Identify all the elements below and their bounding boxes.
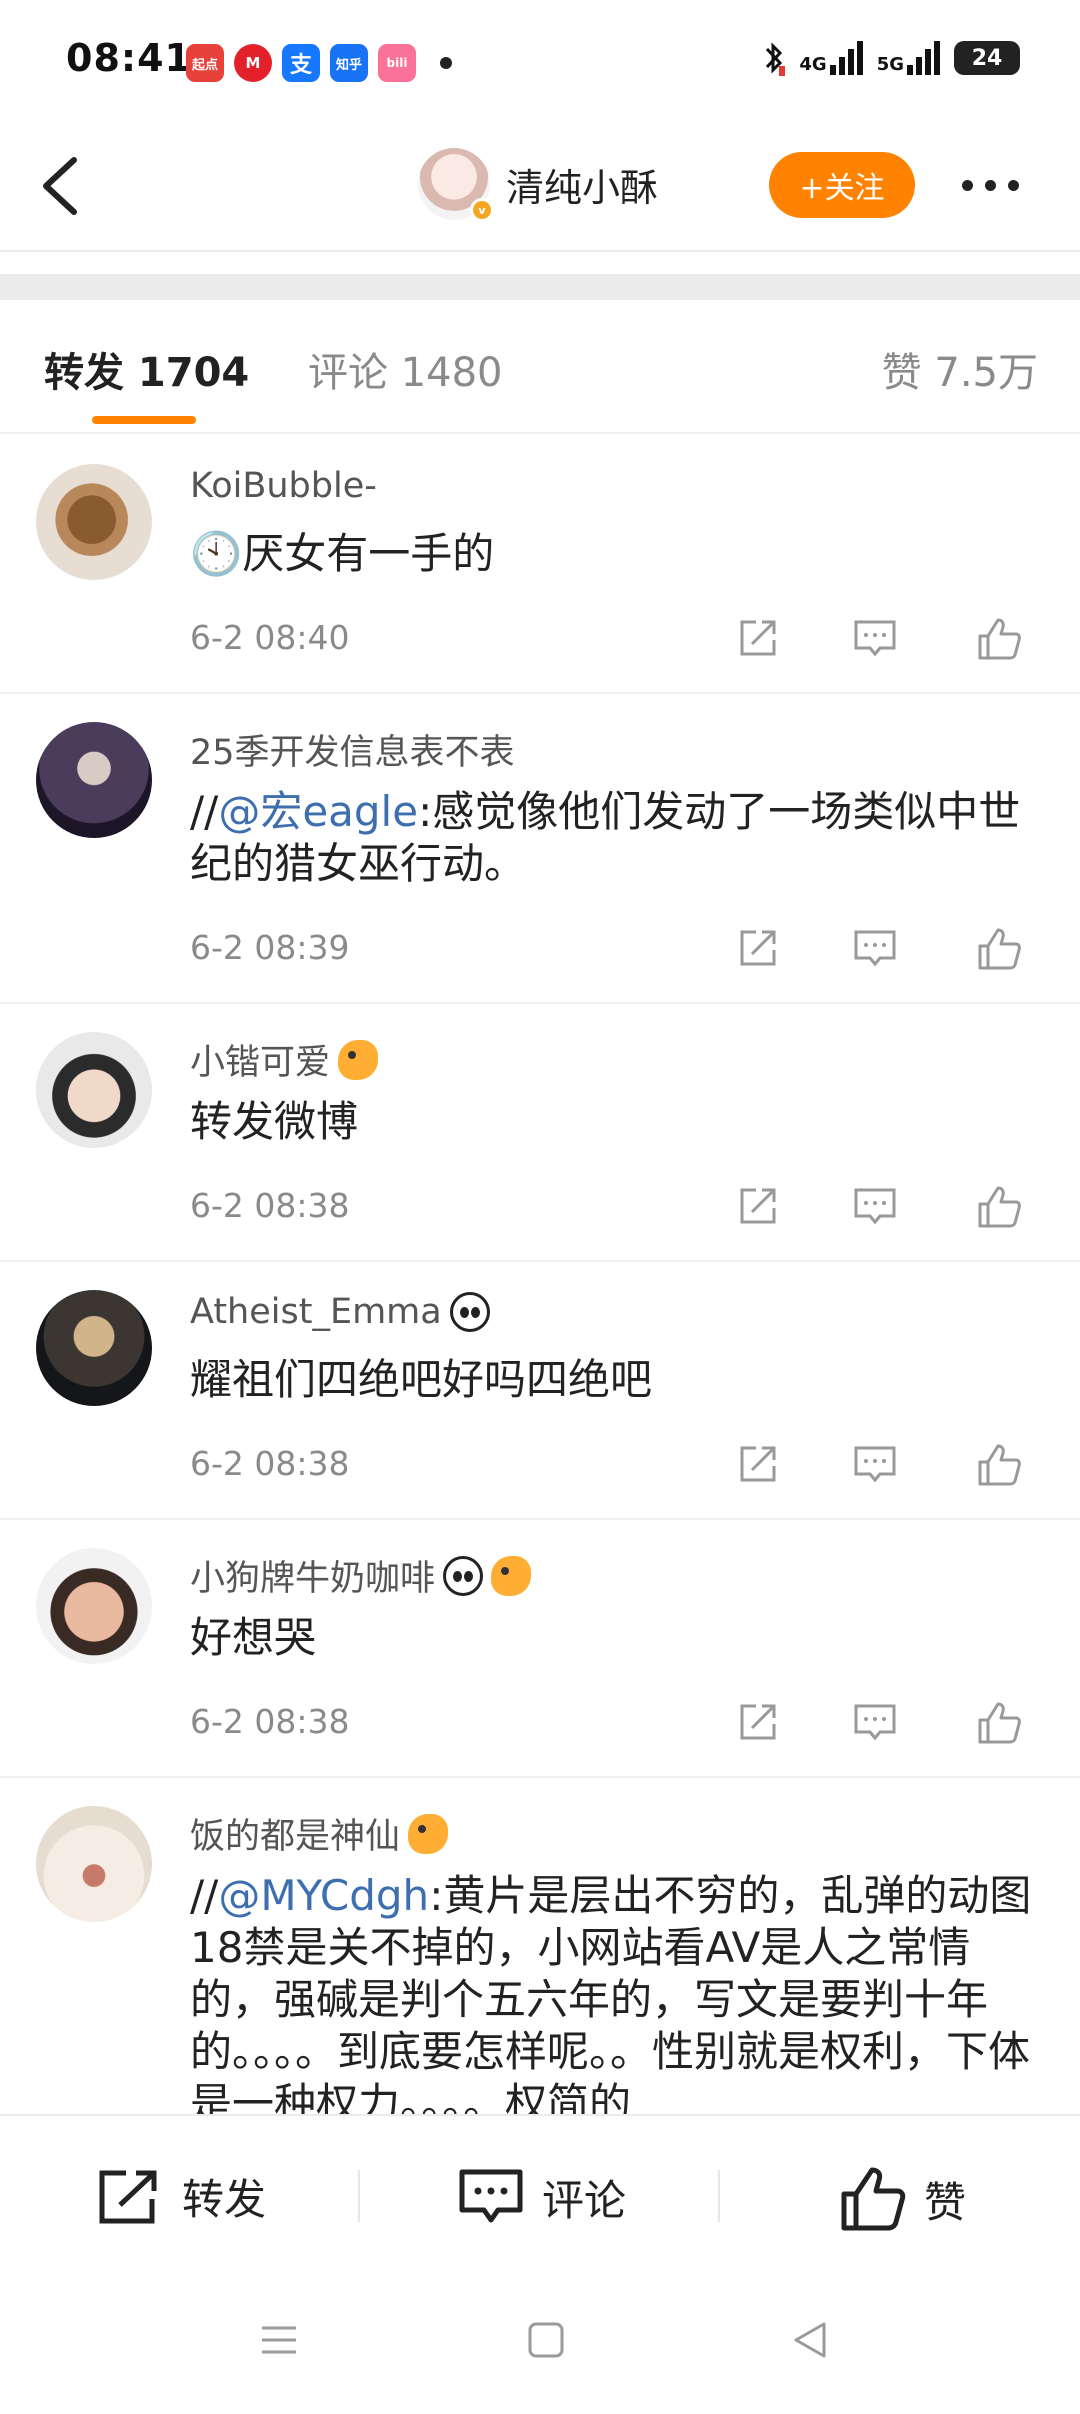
chevron-left-icon bbox=[43, 157, 77, 215]
more-notifications-dot bbox=[440, 57, 452, 69]
share-icon[interactable] bbox=[736, 616, 780, 660]
nav-bar: v 清纯小酥 +关注 bbox=[0, 128, 1080, 252]
list-item: KoiBubble- 🕙厌女有一手的 6-2 08:40 bbox=[0, 436, 1080, 694]
page-title[interactable]: 清纯小酥 bbox=[506, 157, 658, 212]
repost-text: //@宏eagle:感觉像他们发动了一场类似中世纪的猎女巫行动。 bbox=[190, 787, 1021, 888]
comment-icon[interactable] bbox=[852, 926, 898, 970]
battery-icon: 24 bbox=[954, 41, 1020, 75]
fish-badge-icon bbox=[408, 1813, 449, 1854]
verified-badge-icon: v bbox=[470, 198, 494, 222]
avatar[interactable] bbox=[36, 722, 152, 838]
repost-button[interactable]: 转发 bbox=[96, 2166, 266, 2227]
list-item: Atheist_Emma 耀祖们四绝吧好吗四绝吧 6-2 08:38 bbox=[0, 1262, 1080, 1520]
comment-icon[interactable] bbox=[852, 1442, 898, 1486]
like-icon bbox=[841, 2167, 906, 2231]
repost-text: 🕙厌女有一手的 bbox=[190, 529, 495, 578]
item-actions bbox=[736, 616, 1036, 672]
divider bbox=[718, 2170, 720, 2222]
item-actions bbox=[736, 1442, 1036, 1498]
alipay-icon: 支 bbox=[282, 44, 320, 82]
like-icon[interactable] bbox=[976, 1184, 1022, 1230]
mention-link[interactable]: @宏eagle bbox=[218, 787, 418, 836]
avatar[interactable] bbox=[36, 1032, 152, 1148]
timestamp: 6-2 08:38 bbox=[190, 1702, 350, 1741]
bilibili-icon: bili bbox=[378, 44, 416, 82]
username[interactable]: 小锴可爱 bbox=[190, 1034, 379, 1085]
more-options-button[interactable] bbox=[962, 180, 1019, 191]
tab-like[interactable]: 赞 7.5万 bbox=[882, 340, 1038, 398]
like-button[interactable]: 赞 bbox=[840, 2166, 966, 2232]
follow-button[interactable]: +关注 bbox=[769, 152, 915, 218]
share-icon[interactable] bbox=[736, 1700, 780, 1744]
avatar[interactable] bbox=[36, 464, 152, 580]
avatar[interactable] bbox=[36, 1290, 152, 1406]
panda-badge-icon bbox=[443, 1555, 484, 1596]
mention-link[interactable]: @MYCdgh bbox=[218, 1871, 429, 1920]
tabs: 转发 1704 评论 1480 赞 7.5万 bbox=[0, 300, 1080, 434]
comment-icon[interactable] bbox=[852, 1184, 898, 1228]
avatar[interactable] bbox=[36, 1806, 152, 1922]
notification-icons: 起点 M 支 知乎 bili bbox=[186, 44, 452, 82]
share-icon[interactable] bbox=[736, 1184, 780, 1228]
like-icon[interactable] bbox=[976, 616, 1022, 662]
list-item: 25季开发信息表不表 //@宏eagle:感觉像他们发动了一场类似中世纪的猎女巫… bbox=[0, 694, 1080, 1004]
system-navigation-bar bbox=[0, 2278, 1080, 2414]
panda-badge-icon bbox=[449, 1292, 490, 1332]
divider-band bbox=[0, 274, 1080, 300]
bottom-action-bar: 转发 评论 赞 bbox=[0, 2114, 1080, 2278]
timestamp: 6-2 08:38 bbox=[190, 1444, 350, 1483]
item-actions bbox=[736, 1700, 1036, 1756]
timestamp: 6-2 08:38 bbox=[190, 1186, 350, 1225]
item-actions bbox=[736, 1184, 1036, 1240]
comment-icon bbox=[459, 2169, 523, 2223]
tab-comment[interactable]: 评论 1480 bbox=[308, 340, 503, 398]
timestamp: 6-2 08:39 bbox=[190, 928, 350, 967]
list-item: 饭的都是神仙 //@MYCdgh:黄片是层出不穷的，乱弹的动图18禁是关不掉的，… bbox=[0, 1778, 1080, 2114]
username[interactable]: Atheist_Emma bbox=[190, 1292, 490, 1332]
divider bbox=[358, 2170, 360, 2222]
username[interactable]: 25季开发信息表不表 bbox=[190, 724, 515, 775]
repost-text: 好想哭 bbox=[190, 1613, 317, 1662]
share-icon[interactable] bbox=[736, 1442, 780, 1486]
zhihu-icon: 知乎 bbox=[330, 44, 368, 82]
signal-5g: 5G bbox=[877, 41, 940, 75]
back-button[interactable] bbox=[34, 150, 94, 222]
author-profile[interactable]: v 清纯小酥 bbox=[418, 148, 658, 222]
comment-icon[interactable] bbox=[852, 1700, 898, 1744]
status-bar: 08:41 起点 M 支 知乎 bili 4G 5G 24 bbox=[0, 0, 1080, 120]
share-icon bbox=[99, 2170, 157, 2223]
item-actions bbox=[736, 926, 1036, 982]
metro-icon: M bbox=[234, 44, 272, 82]
tab-repost[interactable]: 转发 1704 bbox=[44, 340, 249, 398]
list-item: 小锴可爱 转发微博 6-2 08:38 bbox=[0, 1004, 1080, 1262]
comment-icon[interactable] bbox=[852, 616, 898, 660]
back-triangle-icon[interactable] bbox=[790, 2320, 830, 2360]
author-avatar[interactable]: v bbox=[418, 148, 494, 222]
username[interactable]: 小狗牌牛奶咖啡 bbox=[190, 1550, 532, 1601]
home-icon[interactable] bbox=[526, 2320, 566, 2360]
repost-text: //@MYCdgh:黄片是层出不穷的，乱弹的动图18禁是关不掉的，小网站看AV是… bbox=[190, 1871, 1032, 2114]
like-icon[interactable] bbox=[976, 1700, 1022, 1746]
bluetooth-icon bbox=[766, 42, 786, 76]
active-tab-indicator bbox=[92, 416, 196, 424]
status-time: 08:41 bbox=[66, 36, 192, 80]
qidian-icon: 起点 bbox=[186, 44, 224, 82]
repost-list[interactable]: KoiBubble- 🕙厌女有一手的 6-2 08:40 25季开发信息表不表 … bbox=[0, 436, 1080, 2114]
avatar[interactable] bbox=[36, 1548, 152, 1664]
fish-badge-icon bbox=[491, 1555, 532, 1596]
list-item: 小狗牌牛奶咖啡 好想哭 6-2 08:38 bbox=[0, 1520, 1080, 1778]
share-icon[interactable] bbox=[736, 926, 780, 970]
signal-4g: 4G bbox=[799, 41, 863, 75]
comment-button[interactable]: 评论 bbox=[458, 2166, 626, 2228]
username[interactable]: 饭的都是神仙 bbox=[190, 1808, 449, 1859]
status-indicators: 4G 5G 24 bbox=[763, 40, 1020, 76]
menu-icon[interactable] bbox=[258, 2320, 300, 2360]
username[interactable]: KoiBubble- bbox=[190, 466, 377, 506]
timestamp: 6-2 08:40 bbox=[190, 618, 350, 657]
repost-text: 转发微博 bbox=[190, 1097, 359, 1146]
repost-text: 耀祖们四绝吧好吗四绝吧 bbox=[190, 1355, 653, 1404]
like-icon[interactable] bbox=[976, 926, 1022, 972]
like-icon[interactable] bbox=[976, 1442, 1022, 1488]
fish-badge-icon bbox=[338, 1039, 379, 1080]
